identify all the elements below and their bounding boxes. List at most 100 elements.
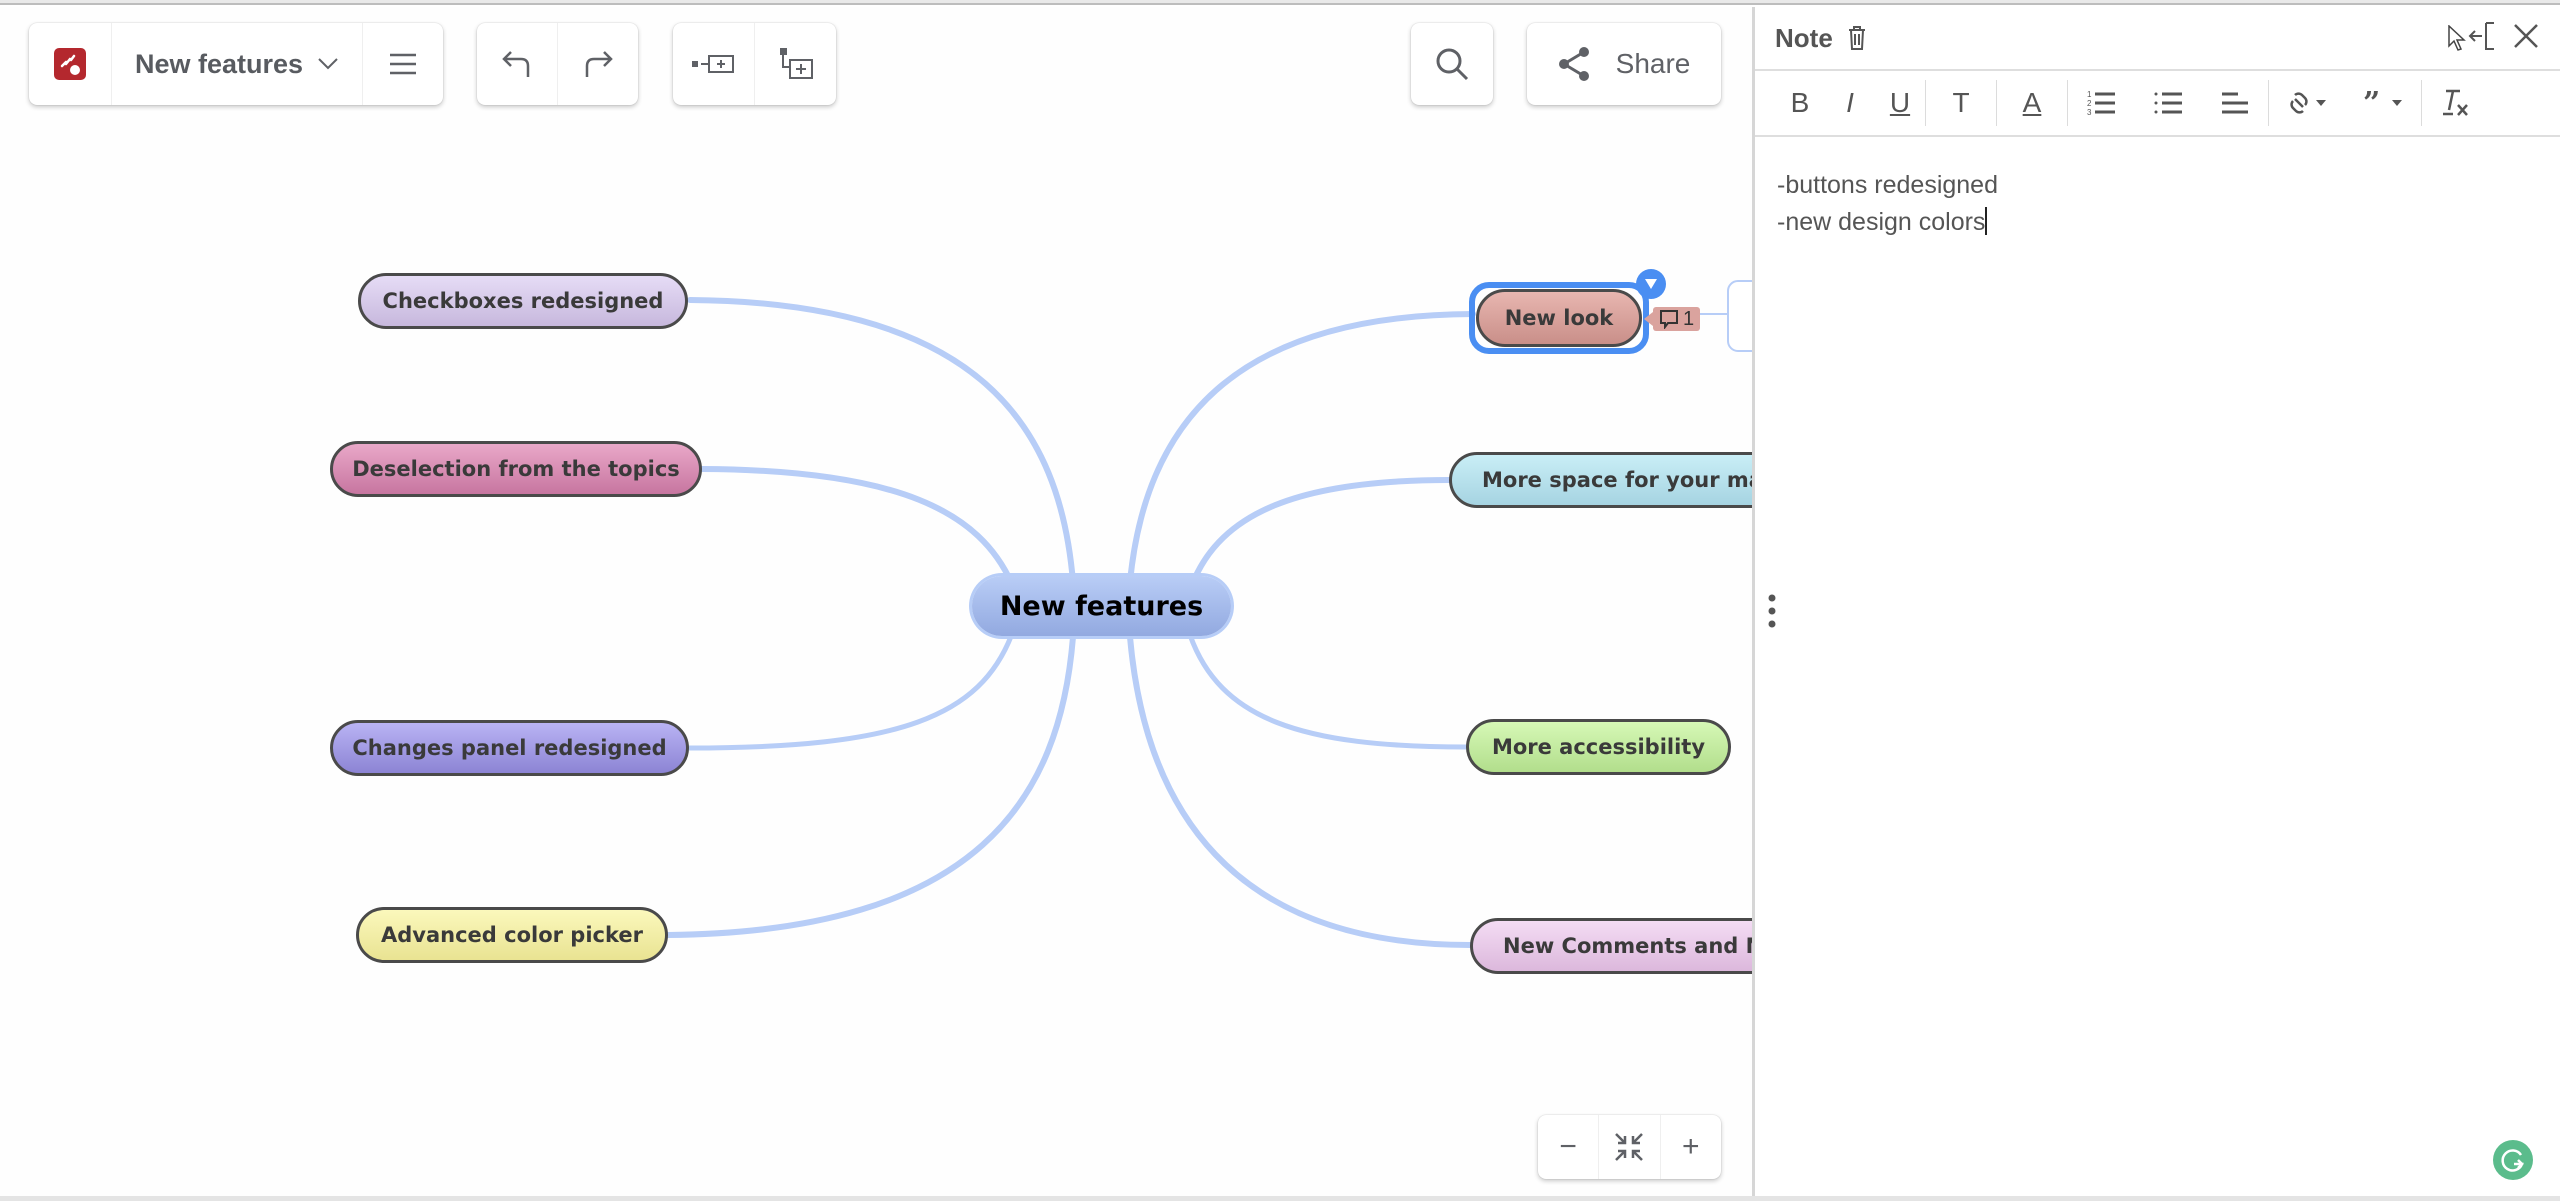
text-size-icon: T	[1952, 87, 1970, 118]
history-toolbar	[477, 23, 638, 105]
vertical-dots-icon	[1768, 594, 1776, 628]
edge-more-space	[1189, 477, 1452, 588]
hidden-subtopic-box	[1727, 280, 1752, 352]
central-topic-label: New features	[999, 590, 1204, 622]
text-color-button[interactable]: A	[1997, 80, 2067, 126]
bold-icon: B	[1790, 87, 1810, 118]
window-bottom-border	[0, 1196, 2560, 1201]
delete-note-button[interactable]	[1847, 25, 1867, 51]
clear-format-icon	[2443, 89, 2468, 116]
svg-text:1: 1	[2087, 90, 2092, 99]
numbered-list-button[interactable]: 1 2 3	[2068, 80, 2136, 126]
undo-button[interactable]	[477, 23, 557, 105]
redo-icon	[585, 51, 613, 77]
edge-accessibility	[1187, 632, 1469, 750]
topic-label: New Comments and Notes	[1503, 934, 1752, 958]
edge-checkboxes	[687, 297, 1076, 585]
add-topic-button[interactable]	[673, 23, 754, 105]
search-icon	[1436, 48, 1469, 81]
note-line: -buttons redesigned	[1777, 171, 1998, 199]
topic-more-space[interactable]: More space for your map	[1449, 452, 1752, 508]
mindmeister-logo-icon	[54, 48, 86, 80]
close-note-button[interactable]	[2513, 23, 2539, 49]
collapse-toggle-button[interactable]	[1636, 269, 1666, 299]
topic-new-comments[interactable]: New Comments and Notes	[1470, 918, 1752, 974]
topic-label: Advanced color picker	[381, 923, 643, 947]
edge-changes-panel	[686, 631, 1015, 751]
share-button[interactable]: Share	[1527, 23, 1721, 105]
add-topic-icon	[691, 55, 734, 73]
italic-button[interactable]: I	[1825, 80, 1875, 126]
note-line: -new design colors	[1777, 208, 1986, 236]
bullet-list-button[interactable]	[2136, 80, 2202, 126]
svg-text:3: 3	[2087, 108, 2092, 117]
close-icon	[2514, 24, 2538, 48]
connections	[665, 280, 1752, 948]
mouse-cursor	[2448, 25, 2466, 51]
fit-to-screen-button[interactable]	[1598, 1115, 1659, 1179]
map-title-dropdown[interactable]: New features	[111, 23, 362, 105]
text-size-button[interactable]: T	[1926, 80, 1996, 126]
collapse-panel-button[interactable]	[2468, 21, 2496, 51]
topic-label: More space for your map	[1482, 468, 1752, 492]
undo-icon	[502, 51, 530, 77]
plus-icon: +	[1682, 1130, 1700, 1163]
map-toolbar: New features	[29, 23, 443, 105]
trash-icon	[1848, 26, 1865, 50]
comment-count: 1	[1683, 307, 1695, 330]
edge-new-comments	[1127, 634, 1473, 948]
insert-toolbar	[673, 23, 836, 105]
bold-button[interactable]: B	[1775, 80, 1825, 126]
topic-label: More accessibility	[1491, 735, 1706, 759]
quote-icon: ”	[2363, 89, 2402, 117]
minus-icon: −	[1559, 1130, 1577, 1163]
chevron-down-icon	[318, 58, 338, 70]
link-button[interactable]	[2269, 80, 2345, 126]
note-editor[interactable]: -buttons redesigned -new design colors	[1755, 137, 2560, 241]
zoom-in-button[interactable]: +	[1659, 1115, 1721, 1179]
quote-button[interactable]: ”	[2345, 80, 2421, 126]
panel-resize-handle[interactable]	[1767, 594, 1777, 628]
underline-icon: U	[1889, 87, 1911, 118]
topic-label: Deselection from the topics	[352, 457, 680, 481]
zoom-out-button[interactable]: −	[1538, 1115, 1598, 1179]
topic-new-look[interactable]: New look	[1476, 289, 1642, 347]
svg-text:2: 2	[2087, 99, 2092, 108]
topic-label: Checkboxes redesigned	[382, 289, 664, 313]
zoom-controls: − +	[1538, 1115, 1721, 1179]
underline-button[interactable]: U	[1875, 80, 1925, 126]
edge-deselection	[699, 466, 1015, 587]
clear-format-button[interactable]	[2422, 80, 2488, 126]
central-topic[interactable]: New features	[972, 576, 1231, 636]
link-icon	[2290, 92, 2326, 114]
topic-deselection[interactable]: Deselection from the topics	[330, 441, 702, 497]
svg-text:”: ”	[2363, 89, 2380, 117]
bullet-list-icon	[2154, 92, 2182, 114]
align-icon	[2222, 92, 2248, 114]
topic-label: Changes panel redesigned	[352, 736, 667, 760]
topic-changes-panel[interactable]: Changes panel redesigned	[330, 720, 689, 776]
topic-checkboxes-redesigned[interactable]: Checkboxes redesigned	[358, 273, 688, 329]
app-logo-button[interactable]	[29, 23, 111, 105]
text-color-icon: A	[2022, 87, 2042, 118]
window-top-border	[0, 0, 2560, 5]
grammarly-button[interactable]	[2493, 1140, 2533, 1180]
map-title: New features	[134, 48, 304, 79]
align-button[interactable]	[2202, 80, 2268, 126]
text-caret	[1985, 207, 1988, 235]
topic-more-accessibility[interactable]: More accessibility	[1466, 719, 1731, 775]
mindmap-canvas[interactable]: New features Share New features Checkbox…	[0, 7, 1752, 1201]
share-icon	[1558, 47, 1589, 81]
collapse-panel-icon	[2468, 22, 2494, 50]
search-button[interactable]	[1411, 23, 1493, 105]
main-menu-button[interactable]	[362, 23, 443, 105]
redo-button[interactable]	[557, 23, 638, 105]
fit-to-screen-icon	[1615, 1133, 1644, 1161]
note-panel: Note B I U T A 1 2 3 ” -buttons redesign…	[1752, 7, 2560, 1196]
triangle-down-icon	[1645, 279, 1657, 289]
numbered-list-icon: 1 2 3	[2087, 90, 2115, 117]
comment-count-badge[interactable]: 1	[1643, 307, 1701, 331]
hamburger-menu-icon	[390, 53, 416, 75]
topic-advanced-color-picker[interactable]: Advanced color picker	[356, 907, 668, 963]
add-subtopic-button[interactable]	[754, 23, 836, 105]
